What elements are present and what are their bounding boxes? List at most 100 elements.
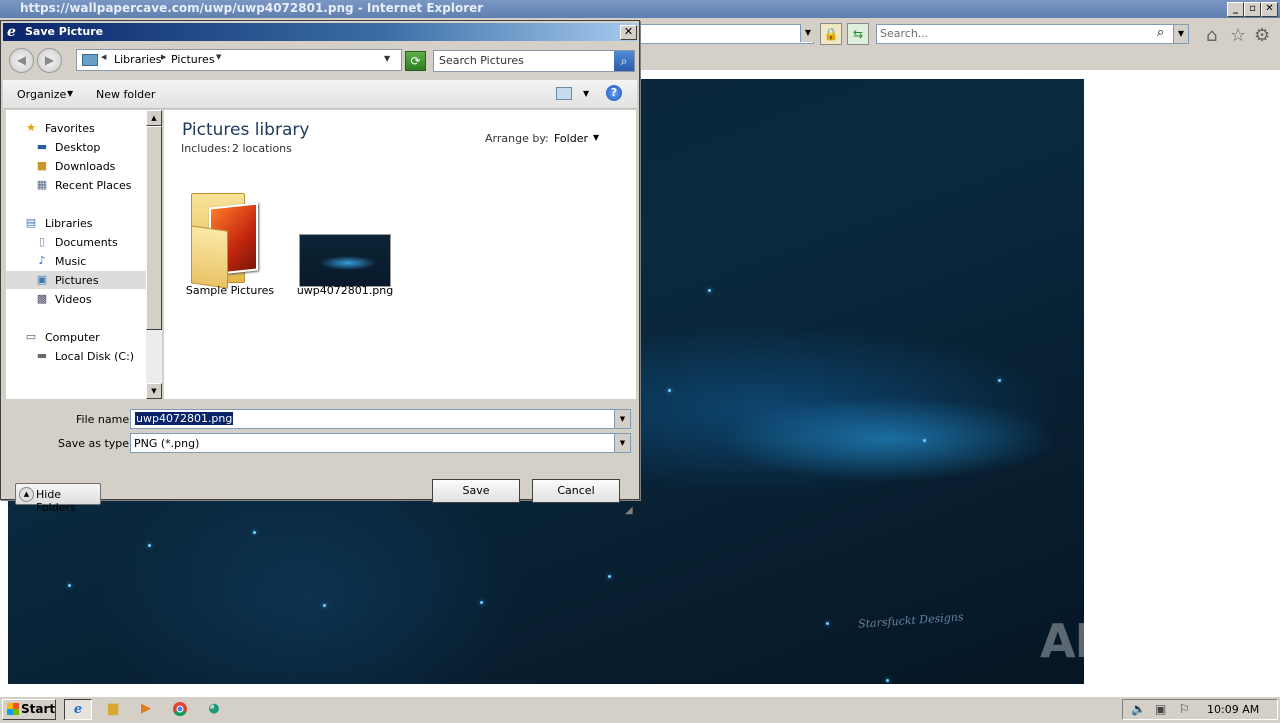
chevron-down-icon[interactable]: ▼	[216, 53, 221, 61]
hide-folders-button[interactable]: ▲ Hide Folders	[15, 483, 101, 514]
resize-grip-icon[interactable]: ◢	[625, 505, 633, 516]
nav-documents[interactable]: ▯ Documents	[6, 233, 146, 251]
arrange-by-dropdown[interactable]: Folder	[554, 132, 588, 145]
browser-title: https://wallpapercave.com/uwp/uwp4072801…	[20, 1, 484, 15]
search-input[interactable]: Search Pictures ⌕	[433, 50, 635, 72]
save-picture-dialog: e Save Picture ✕ ◀ ▶ ◀ Libraries ▶ Pictu…	[0, 20, 640, 516]
new-folder-button[interactable]: New folder	[96, 88, 155, 101]
chevron-up-icon: ▲	[19, 487, 34, 502]
nav-local-disk[interactable]: ▬ Local Disk (C:)	[6, 347, 146, 365]
back-button[interactable]: ◀	[9, 48, 34, 73]
organize-button[interactable]: Organize	[17, 88, 66, 101]
chevron-down-icon[interactable]: ▼	[593, 133, 599, 142]
nav-label: Favorites	[45, 122, 95, 135]
star-icon: ★	[26, 121, 36, 134]
computer-icon: ▭	[25, 330, 37, 343]
nav-recent-places[interactable]: ▦ Recent Places	[6, 176, 146, 194]
network-icon[interactable]: ▣	[1155, 702, 1166, 716]
chevron-down-icon[interactable]: ▼	[583, 89, 589, 98]
library-locations-link[interactable]: 2 locations	[232, 142, 292, 155]
history-dropdown-icon[interactable]: ▼	[384, 54, 390, 63]
chevron-right-icon[interactable]: ◀	[101, 53, 106, 61]
nav-downloads[interactable]: ■ Downloads	[6, 157, 146, 175]
taskbar-media-player-icon[interactable]: ▶	[133, 699, 159, 718]
folder-item-sample-pictures[interactable]	[184, 188, 276, 289]
restore-button[interactable]: ▫	[1244, 2, 1261, 17]
star-icon[interactable]: ☆	[1230, 25, 1246, 46]
breadcrumb[interactable]: ◀ Libraries ▶ Pictures ▼ ▼	[76, 49, 402, 71]
help-icon[interactable]: ?	[606, 85, 622, 101]
nav-label: Music	[55, 255, 87, 268]
taskbar-chrome-icon[interactable]	[167, 699, 193, 718]
scroll-thumb[interactable]	[146, 126, 162, 330]
save-as-type-value: PNG (*.png)	[134, 437, 200, 450]
hide-folders-label: Hide Folders	[36, 488, 76, 514]
nav-videos[interactable]: ▩ Videos	[6, 290, 146, 308]
chevron-down-icon[interactable]: ▼	[67, 89, 73, 98]
nav-pictures[interactable]: ▣ Pictures	[6, 271, 146, 289]
refresh-icon[interactable]: ⟳	[405, 51, 426, 71]
nav-libraries[interactable]: ▤ Libraries	[6, 214, 146, 232]
browser-command-strip	[640, 48, 1280, 70]
libraries-icon: ▤	[25, 216, 37, 229]
anyrun-watermark: ANY RUN	[1040, 614, 1269, 668]
nav-label: Libraries	[45, 217, 93, 230]
breadcrumb-pictures[interactable]: Pictures	[171, 53, 215, 66]
scroll-down-icon[interactable]: ▼	[146, 383, 162, 399]
search-dropdown-icon[interactable]: ▼	[1173, 24, 1189, 44]
nav-label: Computer	[45, 331, 100, 344]
file-item-label[interactable]: Sample Pictures	[174, 284, 286, 297]
library-includes-label: Includes:	[181, 142, 231, 155]
action-center-flag-icon[interactable]: ⚐	[1179, 702, 1190, 716]
taskbar-explorer-icon[interactable]: ▆	[100, 699, 126, 718]
dialog-titlebar: e Save Picture ✕	[3, 23, 637, 41]
nav-desktop[interactable]: ▬ Desktop	[6, 138, 146, 156]
file-item-label[interactable]: uwp4072801.png	[289, 284, 401, 297]
breadcrumb-libraries[interactable]: Libraries	[114, 53, 162, 66]
start-button[interactable]: Start	[2, 699, 56, 720]
nav-computer[interactable]: ▭ Computer	[6, 328, 146, 346]
ie-icon: e	[7, 24, 16, 40]
nav-label: Pictures	[55, 274, 99, 287]
pictures-library-icon	[82, 54, 98, 66]
dialog-command-bar: Organize ▼ New folder ▼ ?	[3, 80, 637, 109]
volume-icon[interactable]: 🔈	[1131, 702, 1146, 716]
close-window-button[interactable]: ✕	[1261, 2, 1278, 17]
nav-music[interactable]: ♪ Music	[6, 252, 146, 270]
image-thumbnail[interactable]	[299, 234, 391, 287]
artist-signature: Starsfuckt Designs	[857, 610, 964, 631]
minimize-button[interactable]: _	[1227, 2, 1244, 17]
browser-search-placeholder: Search...	[880, 27, 929, 40]
clock[interactable]: 10:09 AM	[1207, 703, 1259, 716]
lock-icon[interactable]: 🔒	[820, 23, 842, 45]
file-name-value[interactable]: uwp4072801.png	[135, 412, 234, 425]
address-bar[interactable]	[640, 24, 814, 44]
chevron-down-icon[interactable]: ▼	[614, 434, 630, 452]
search-icon[interactable]: ⌕	[614, 51, 634, 71]
gear-icon[interactable]: ⚙	[1254, 25, 1270, 46]
save-as-type-select[interactable]: PNG (*.png) ▼	[130, 433, 631, 453]
scroll-up-icon[interactable]: ▲	[146, 110, 162, 126]
taskbar-edge-icon[interactable]: ◕	[201, 699, 227, 718]
save-button[interactable]: Save	[432, 479, 520, 503]
nav-favorites[interactable]: ★ Favorites	[6, 119, 146, 137]
windows-logo-icon	[7, 703, 19, 715]
chevron-right-icon[interactable]: ▶	[161, 53, 166, 61]
cancel-button[interactable]: Cancel	[532, 479, 620, 503]
recent-places-icon: ▦	[36, 178, 48, 191]
file-name-input[interactable]: uwp4072801.png ▼	[130, 409, 631, 429]
taskbar-ie-icon[interactable]: e	[64, 699, 92, 720]
home-icon[interactable]: ⌂	[1206, 25, 1217, 46]
address-dropdown-icon[interactable]: ▼	[800, 24, 815, 42]
refresh-icon[interactable]: ⇆	[847, 23, 869, 45]
nav-label: Desktop	[55, 141, 101, 154]
view-icon[interactable]	[556, 87, 572, 100]
dialog-close-button[interactable]: ✕	[620, 25, 637, 40]
navigation-scrollbar[interactable]: ▲ ▼	[146, 110, 162, 399]
dialog-title: Save Picture	[25, 25, 104, 38]
forward-button[interactable]: ▶	[37, 48, 62, 73]
music-icon: ♪	[38, 254, 46, 267]
chevron-down-icon[interactable]: ▼	[614, 410, 630, 428]
file-list-pane: Pictures library Includes: 2 locations A…	[164, 110, 636, 399]
search-icon[interactable]: ⌕	[1157, 25, 1164, 40]
